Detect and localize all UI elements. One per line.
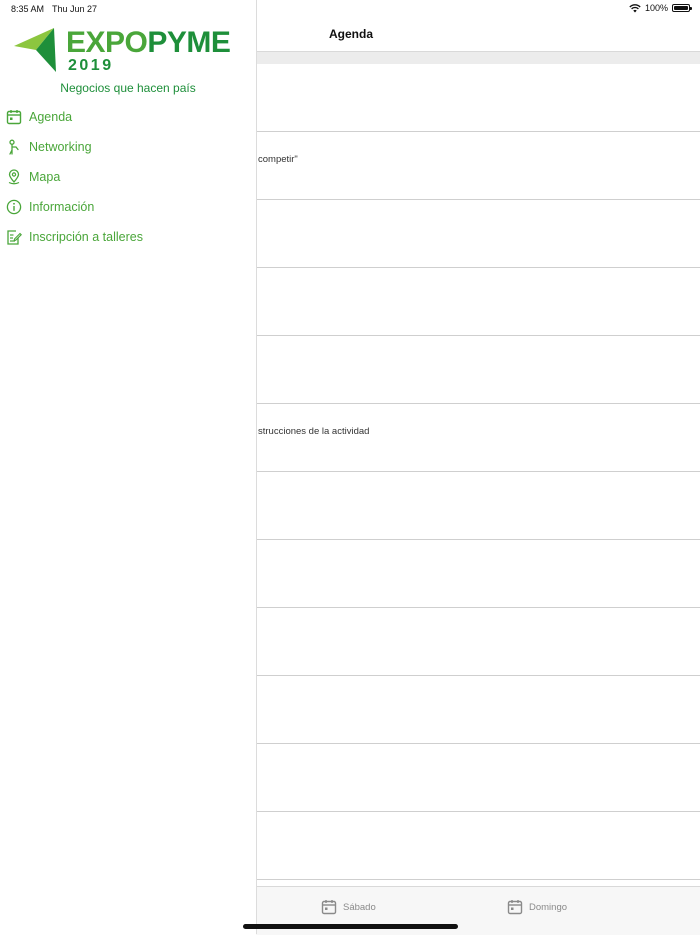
list-item[interactable] (256, 200, 700, 268)
menu-item-label: Inscripción a talleres (29, 230, 143, 244)
logo-word-expo: EXPO (66, 26, 148, 59)
agenda-list: competir" strucciones de la actividad (256, 64, 700, 880)
menu-item-agenda[interactable]: Agenda (0, 102, 256, 132)
agenda-screen: Agenda competir" strucciones de la activ… (256, 0, 700, 935)
tab-domingo[interactable]: Domingo (507, 899, 567, 915)
logo-year: 2019 (68, 57, 114, 74)
list-item[interactable] (256, 812, 700, 880)
battery-icon (672, 4, 692, 12)
status-date: Thu Jun 27 (52, 4, 98, 14)
section-header (256, 52, 700, 64)
menu-item-label: Información (29, 200, 95, 214)
list-item[interactable] (256, 744, 700, 812)
list-item-text: competir" (258, 154, 298, 165)
list-item[interactable] (256, 472, 700, 540)
list-item-text: strucciones de la actividad (258, 426, 370, 437)
edit-document-icon (6, 229, 22, 245)
status-time: 8:35 AM (11, 4, 45, 14)
person-icon (6, 139, 22, 155)
status-bar: 8:35 AM Thu Jun 27 100% (0, 0, 700, 18)
list-item[interactable] (256, 676, 700, 744)
battery-percent: 100% (644, 3, 668, 13)
page-title: Agenda (329, 27, 374, 41)
status-right: 100% (629, 3, 692, 13)
menu-item-label: Mapa (29, 170, 61, 184)
svg-text:EXPOPYME: EXPOPYME (66, 26, 230, 59)
tab-label: Domingo (529, 901, 568, 913)
list-item[interactable] (256, 336, 700, 404)
map-pin-icon (6, 169, 22, 185)
drawer-menu: Agenda Networking Mapa Información Inscr… (0, 102, 256, 252)
menu-item-informacion[interactable]: Información (0, 192, 256, 222)
calendar-icon (321, 900, 337, 915)
menu-item-networking[interactable]: Networking (0, 132, 256, 162)
logo-word-pyme: PYME (147, 26, 230, 59)
info-icon (6, 199, 22, 215)
expopyme-logo: EXPOPYME 2019 (14, 26, 231, 74)
list-item[interactable] (256, 608, 700, 676)
side-drawer: EXPOPYME 2019 Negocios que hacen país Ag… (0, 0, 257, 934)
home-indicator[interactable] (243, 924, 458, 929)
nav-bar: Agenda (256, 18, 700, 52)
menu-item-mapa[interactable]: Mapa (0, 162, 256, 192)
wifi-icon (629, 3, 641, 12)
list-item[interactable]: competir" (256, 132, 700, 200)
calendar-icon (507, 900, 523, 915)
tab-label: Sábado (343, 901, 376, 913)
list-item[interactable] (256, 268, 700, 336)
calendar-icon (6, 109, 22, 125)
menu-item-inscripcion[interactable]: Inscripción a talleres (0, 222, 256, 252)
menu-item-label: Agenda (29, 110, 73, 124)
tab-sabado[interactable]: Sábado (321, 899, 376, 915)
menu-item-label: Networking (29, 140, 92, 154)
tagline: Negocios que hacen país (60, 81, 196, 95)
list-item[interactable]: strucciones de la actividad (256, 404, 700, 472)
list-item[interactable] (256, 64, 700, 132)
list-item[interactable] (256, 540, 700, 608)
